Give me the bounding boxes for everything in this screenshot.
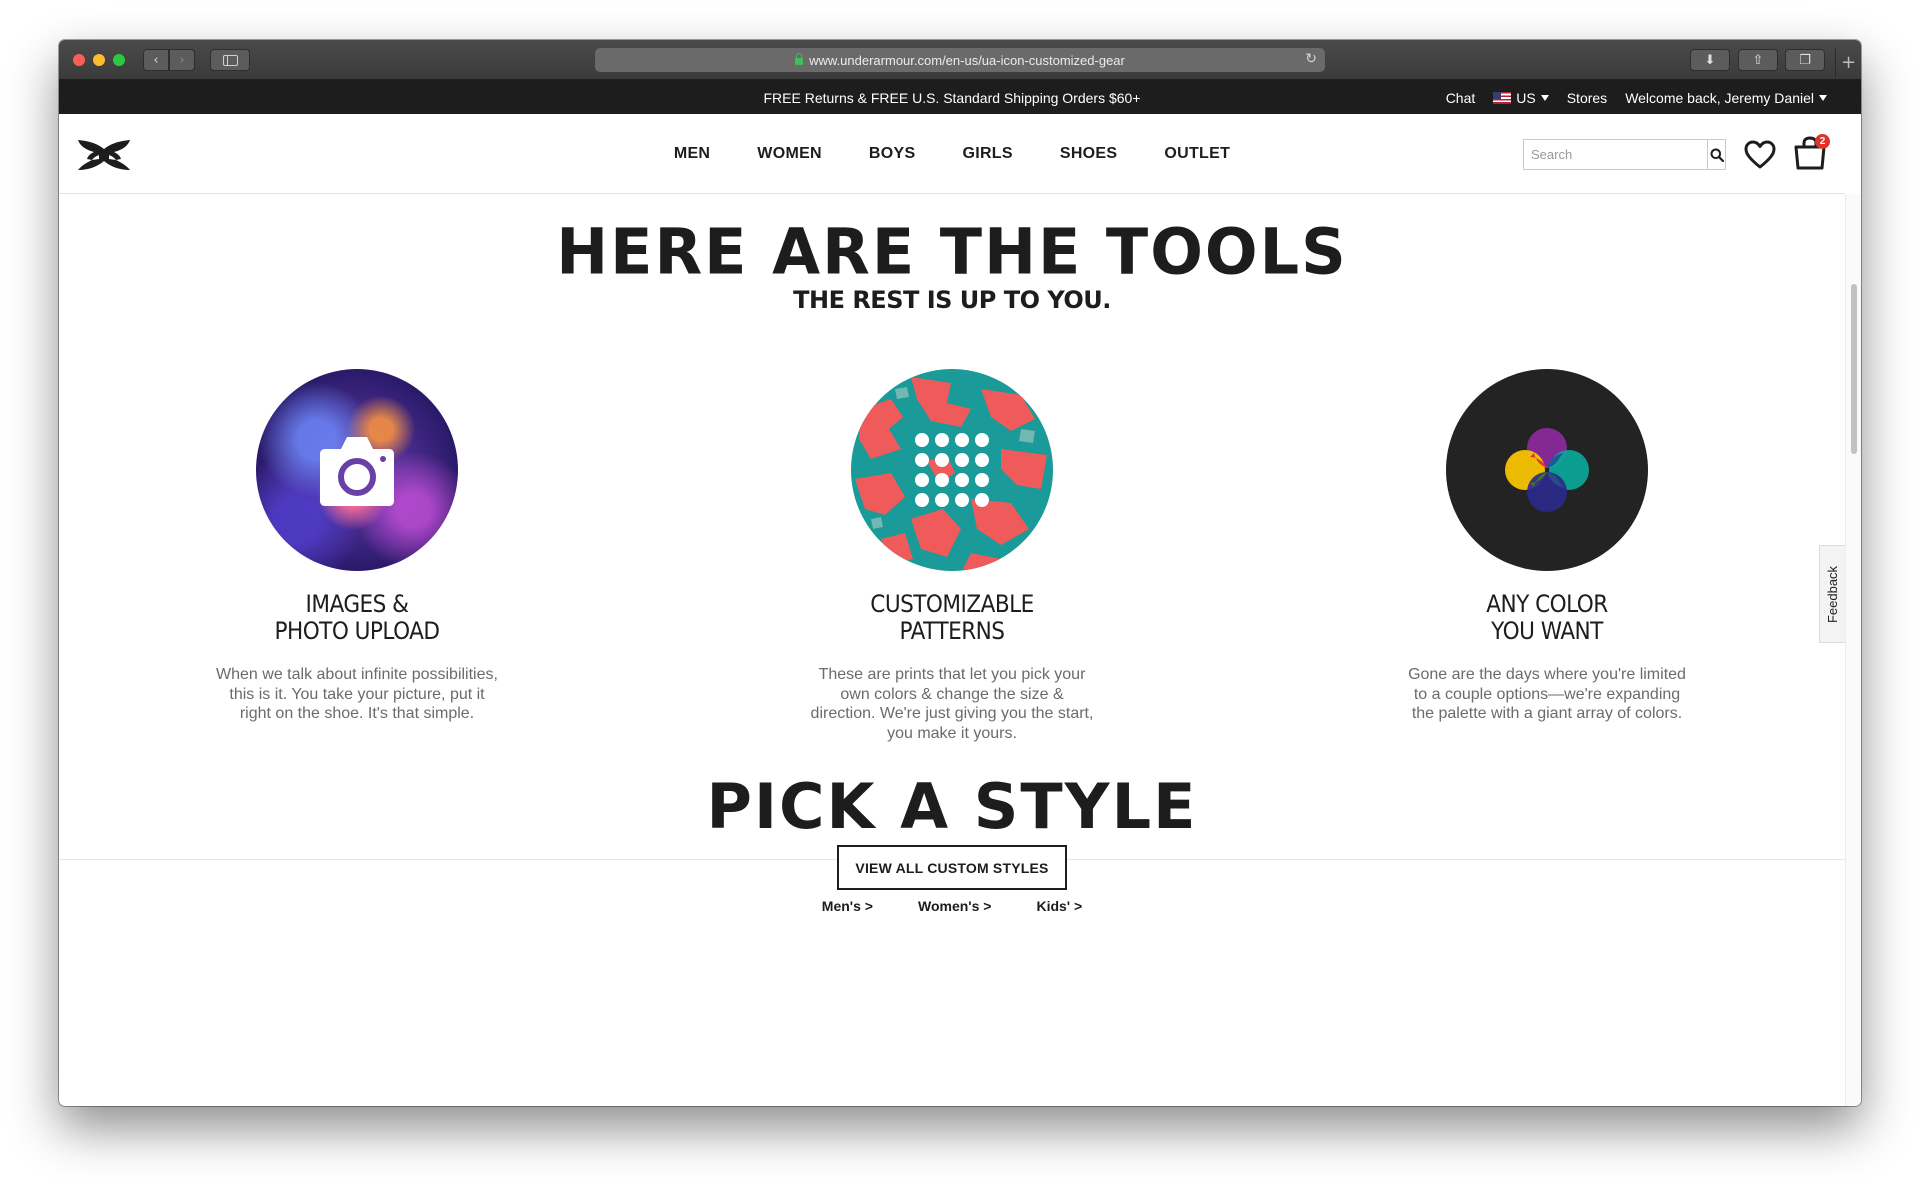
browser-window: ‹ › www.underarmour.com/en-us/ua-icon-cu… [59,40,1861,1106]
nav-outlet[interactable]: OUTLET [1164,145,1230,163]
wishlist-heart-icon[interactable] [1744,140,1776,170]
tab-overview-button[interactable]: ❐ [1785,49,1825,71]
new-tab-button[interactable]: + [1835,48,1861,78]
feature-title: IMAGES & PHOTO UPLOAD [209,591,506,645]
utility-links: Chat US Stores Welcome back, Jeremy Dani… [1446,90,1827,106]
nav-women[interactable]: WOMEN [757,145,822,163]
feature-description: These are prints that let you pick your … [810,666,1094,742]
feature-title-line: IMAGES & [305,590,409,618]
feature-title: CUSTOMIZABLE PATTERNS [804,591,1101,645]
back-button[interactable]: ‹ [143,49,169,71]
tools-heading: HERE ARE THE TOOLS [556,214,1348,289]
view-all-styles-button[interactable]: VIEW ALL CUSTOM STYLES [837,845,1067,890]
search-box [1523,139,1726,170]
caret-down-icon [1819,95,1827,101]
close-window-button[interactable] [73,54,85,66]
downloads-button[interactable]: ⬇ [1690,49,1730,71]
share-button[interactable]: ⇧ [1738,49,1778,71]
feature-title-line: CUSTOMIZABLE [870,590,1034,618]
feature-description: Gone are the days where you're limited t… [1408,666,1686,722]
stores-link[interactable]: Stores [1567,90,1607,106]
nav-shoes[interactable]: SHOES [1060,145,1118,163]
feature-photo-upload: IMAGES & PHOTO UPLOAD When we talk about… [192,369,522,724]
browser-toolbar: ‹ › www.underarmour.com/en-us/ua-icon-cu… [59,40,1861,80]
nav-men[interactable]: MEN [674,145,710,163]
nav-girls[interactable]: GIRLS [962,145,1012,163]
sidebar-toggle-button[interactable] [210,49,250,71]
sidebar-icon [222,54,238,66]
feature-title-line: PHOTO UPLOAD [274,617,441,645]
pick-style-heading: PICK A STYLE [706,770,1198,843]
lock-icon [795,52,804,65]
tools-subheading: THE REST IS UP TO YOU. [793,286,1111,314]
cart-count-badge: 2 [1815,134,1830,149]
site-header: MEN WOMEN BOYS GIRLS SHOES OUTLET 2 [59,114,1845,194]
welcome-text: Welcome back, Jeremy Daniel [1625,90,1814,106]
kids-styles-link[interactable]: Kids' > [1036,898,1082,914]
feature-description: When we talk about infinite possibilitie… [216,666,498,722]
feature-any-color: ANY COLOR YOU WANT Gone are the days whe… [1382,369,1712,724]
tabs-icon: ❐ [1799,52,1811,68]
us-flag-icon [1493,92,1512,104]
pattern-grid-icon [915,433,989,507]
region-selector[interactable]: US [1493,90,1549,106]
colorwheel-image [1446,369,1648,571]
feature-title-line: YOU WANT [1491,617,1603,645]
mens-styles-link[interactable]: Men's > [822,898,873,914]
page-content: HERE ARE THE TOOLS THE REST IS UP TO YOU… [59,195,1845,1106]
feature-title-line: PATTERNS [899,617,1006,645]
chevron-right-icon: › [179,52,185,68]
color-wheel-icon [1505,428,1589,512]
zoom-window-button[interactable] [113,54,125,66]
reload-icon[interactable]: ↻ [1305,51,1317,67]
account-menu[interactable]: Welcome back, Jeremy Daniel [1625,90,1827,106]
chat-link[interactable]: Chat [1446,90,1476,106]
address-bar[interactable]: www.underarmour.com/en-us/ua-icon-custom… [595,48,1325,72]
feature-title-line: ANY COLOR [1486,590,1608,618]
page-scrollbar[interactable] [1845,194,1861,1106]
camera-icon [320,437,394,506]
forward-button[interactable]: › [169,49,195,71]
scrollbar-thumb[interactable] [1851,284,1857,454]
style-links: Men's > Women's > Kids' > [59,898,1845,914]
pattern-image [851,369,1053,571]
share-icon: ⇧ [1752,52,1764,68]
search-button[interactable] [1707,140,1725,169]
womens-styles-link[interactable]: Women's > [918,898,991,914]
url-text: www.underarmour.com/en-us/ua-icon-custom… [809,52,1125,68]
download-icon: ⬇ [1704,52,1716,68]
search-icon [1710,148,1724,162]
minimize-window-button[interactable] [93,54,105,66]
feedback-tab[interactable]: Feedback [1819,545,1845,643]
region-label: US [1516,90,1536,106]
caret-down-icon [1540,95,1549,101]
feedback-label: Feedback [1825,565,1840,623]
search-input[interactable] [1524,140,1707,169]
feature-patterns: CUSTOMIZABLE PATTERNS These are prints t… [787,369,1117,743]
feature-title: ANY COLOR YOU WANT [1399,591,1696,645]
galaxy-image [256,369,458,571]
chevron-left-icon: ‹ [153,52,159,68]
promo-bar: FREE Returns & FREE U.S. Standard Shippi… [59,80,1861,114]
nav-boys[interactable]: BOYS [869,145,916,163]
